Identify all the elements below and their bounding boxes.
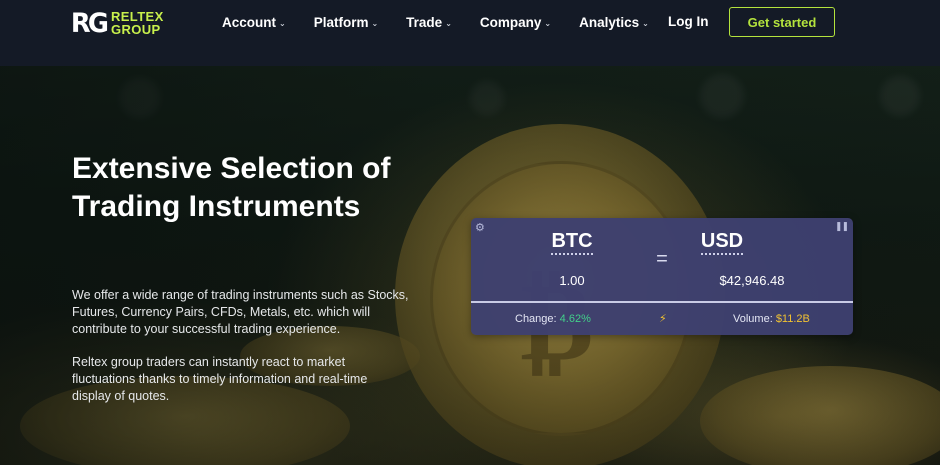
to-symbol-label: USD <box>700 230 744 255</box>
change-label: Change: <box>515 313 557 325</box>
nav-item-platform[interactable]: Platform ⌄ <box>314 15 378 30</box>
hero-title: Extensive Selection of Trading Instrumen… <box>72 152 391 223</box>
brand-logo[interactable]: RG RELTEX GROUP <box>70 7 164 39</box>
change-value: 4.62% <box>559 313 591 325</box>
chevron-down-icon: ⌄ <box>544 18 552 28</box>
chevron-down-icon: ⌄ <box>642 18 649 28</box>
change-stat: Change: 4.62% <box>515 313 591 325</box>
nav-item-label: Account <box>222 14 276 30</box>
nav-item-label: Company <box>479 14 542 30</box>
nav-item-account[interactable]: Account ⌄ <box>222 15 286 30</box>
nav-item-label: Analytics <box>579 14 640 30</box>
to-amount: $42,946.48 <box>719 273 785 288</box>
volume-value: $11.2B <box>775 313 810 325</box>
from-symbol-label: BTC <box>551 230 593 255</box>
main-nav: Account ⌄ Platform ⌄ Trade ⌄ Company ⌄ A… <box>210 0 677 44</box>
volume-stat: Volume: $11.2B <box>733 313 810 325</box>
gear-icon[interactable]: ⚙ <box>475 221 485 234</box>
get-started-button[interactable]: Get started <box>729 7 835 37</box>
nav-item-company[interactable]: Company ⌄ <box>480 15 551 30</box>
pause-icon[interactable]: ❚❚ <box>835 221 849 232</box>
chevron-down-icon: ⌄ <box>445 18 452 28</box>
nav-item-trade[interactable]: Trade ⌄ <box>406 15 452 30</box>
currency-converter-widget: ⚙ ❚❚ BTC = USD 1.00 $42,946.48 Change: 4… <box>471 218 853 335</box>
nav-item-label: Trade <box>406 14 443 30</box>
hero-paragraph: Reltex group traders can instantly react… <box>72 355 368 403</box>
nav-item-label: Platform <box>313 14 369 30</box>
logo-wordmark: RELTEX GROUP <box>111 10 164 36</box>
from-symbol[interactable]: BTC <box>512 230 632 255</box>
login-link[interactable]: Log In <box>668 14 709 29</box>
chevron-down-icon: ⌄ <box>279 18 286 28</box>
lightning-icon: ⚡ <box>659 313 667 325</box>
divider <box>471 301 853 303</box>
site-header: RG RELTEX GROUP Account ⌄ Platform ⌄ Tra… <box>0 0 940 66</box>
nav-item-analytics[interactable]: Analytics ⌄ <box>579 15 649 30</box>
volume-label: Volume: <box>733 313 773 325</box>
logo-mark: RG <box>70 7 109 39</box>
to-symbol[interactable]: USD <box>662 230 782 255</box>
hero-paragraph: We offer a wide range of trading instrum… <box>72 288 409 336</box>
from-amount: 1.00 <box>559 273 585 288</box>
logo-name-line2: GROUP <box>110 22 161 37</box>
chevron-down-icon: ⌄ <box>371 18 379 28</box>
